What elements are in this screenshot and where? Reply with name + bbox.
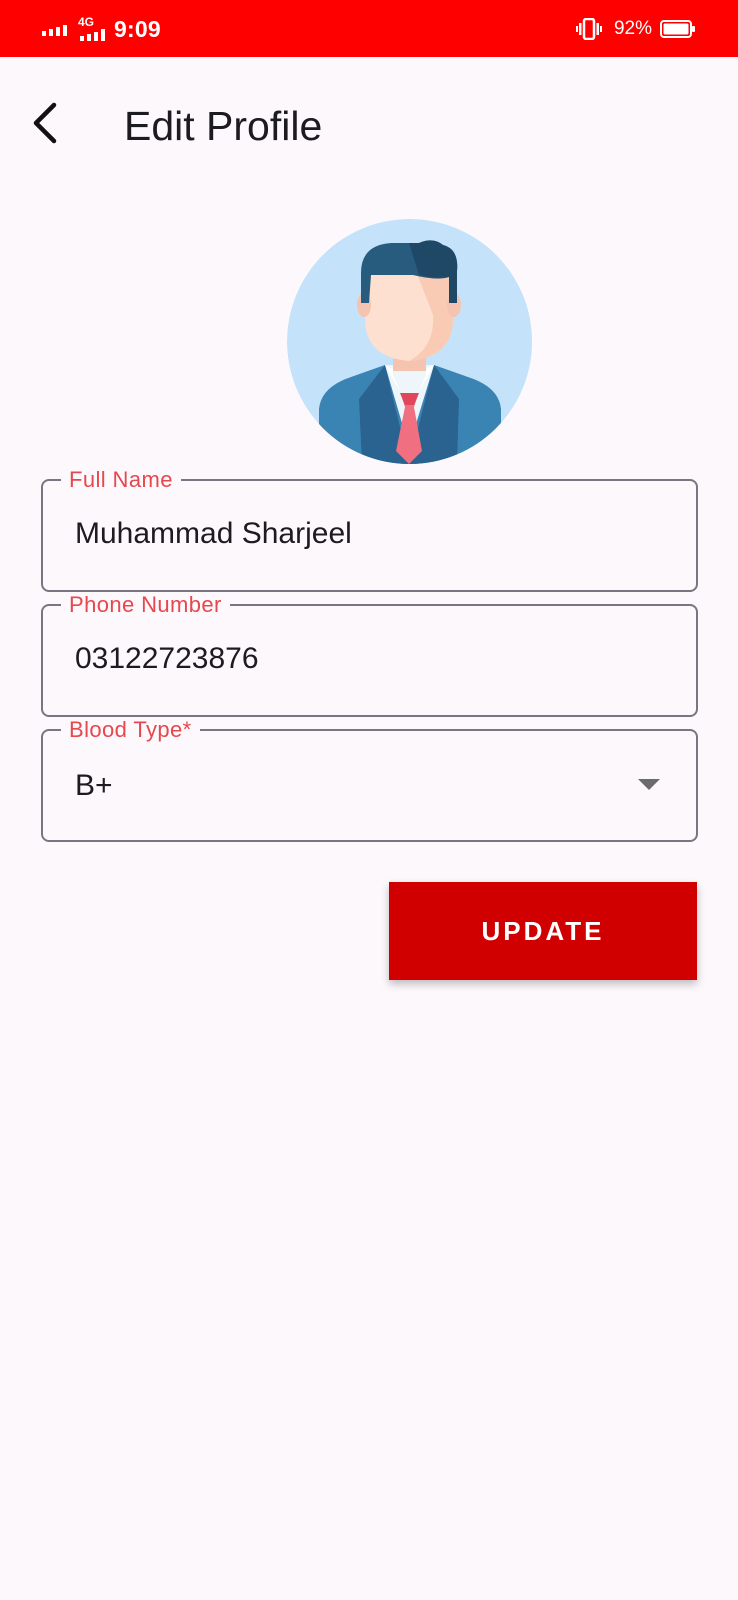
update-button[interactable]: UPDATE xyxy=(389,882,697,980)
businessman-avatar-icon xyxy=(287,219,532,464)
status-time: 9:09 xyxy=(114,15,161,42)
dropdown-arrow-icon[interactable] xyxy=(638,779,660,790)
status-bar: 4G 9:09 92% xyxy=(0,0,738,57)
battery-percent: 92% xyxy=(613,18,652,39)
full-name-input[interactable] xyxy=(75,517,635,551)
full-name-label: Full Name xyxy=(61,467,181,493)
blood-type-value: B+ xyxy=(75,769,113,802)
network-4g-icon: 4G xyxy=(76,15,108,43)
app-bar: Edit Profile xyxy=(0,57,738,197)
status-right: 92% xyxy=(575,14,696,44)
phone-number-input[interactable] xyxy=(75,642,635,676)
vibrate-icon xyxy=(575,18,602,40)
back-button[interactable] xyxy=(24,99,72,147)
blood-type-label: Blood Type* xyxy=(61,717,200,743)
signal-icon xyxy=(42,25,67,36)
phone-number-field[interactable]: Phone Number xyxy=(41,592,698,717)
battery-icon xyxy=(660,20,695,38)
phone-number-label: Phone Number xyxy=(61,592,230,618)
full-name-field[interactable]: Full Name xyxy=(41,467,698,592)
arrow-back-icon xyxy=(33,102,57,144)
avatar[interactable] xyxy=(287,219,532,464)
blood-type-dropdown[interactable]: Blood Type* B+ xyxy=(41,717,698,842)
page-title: Edit Profile xyxy=(124,103,323,149)
status-left: 4G 9:09 xyxy=(42,14,161,44)
